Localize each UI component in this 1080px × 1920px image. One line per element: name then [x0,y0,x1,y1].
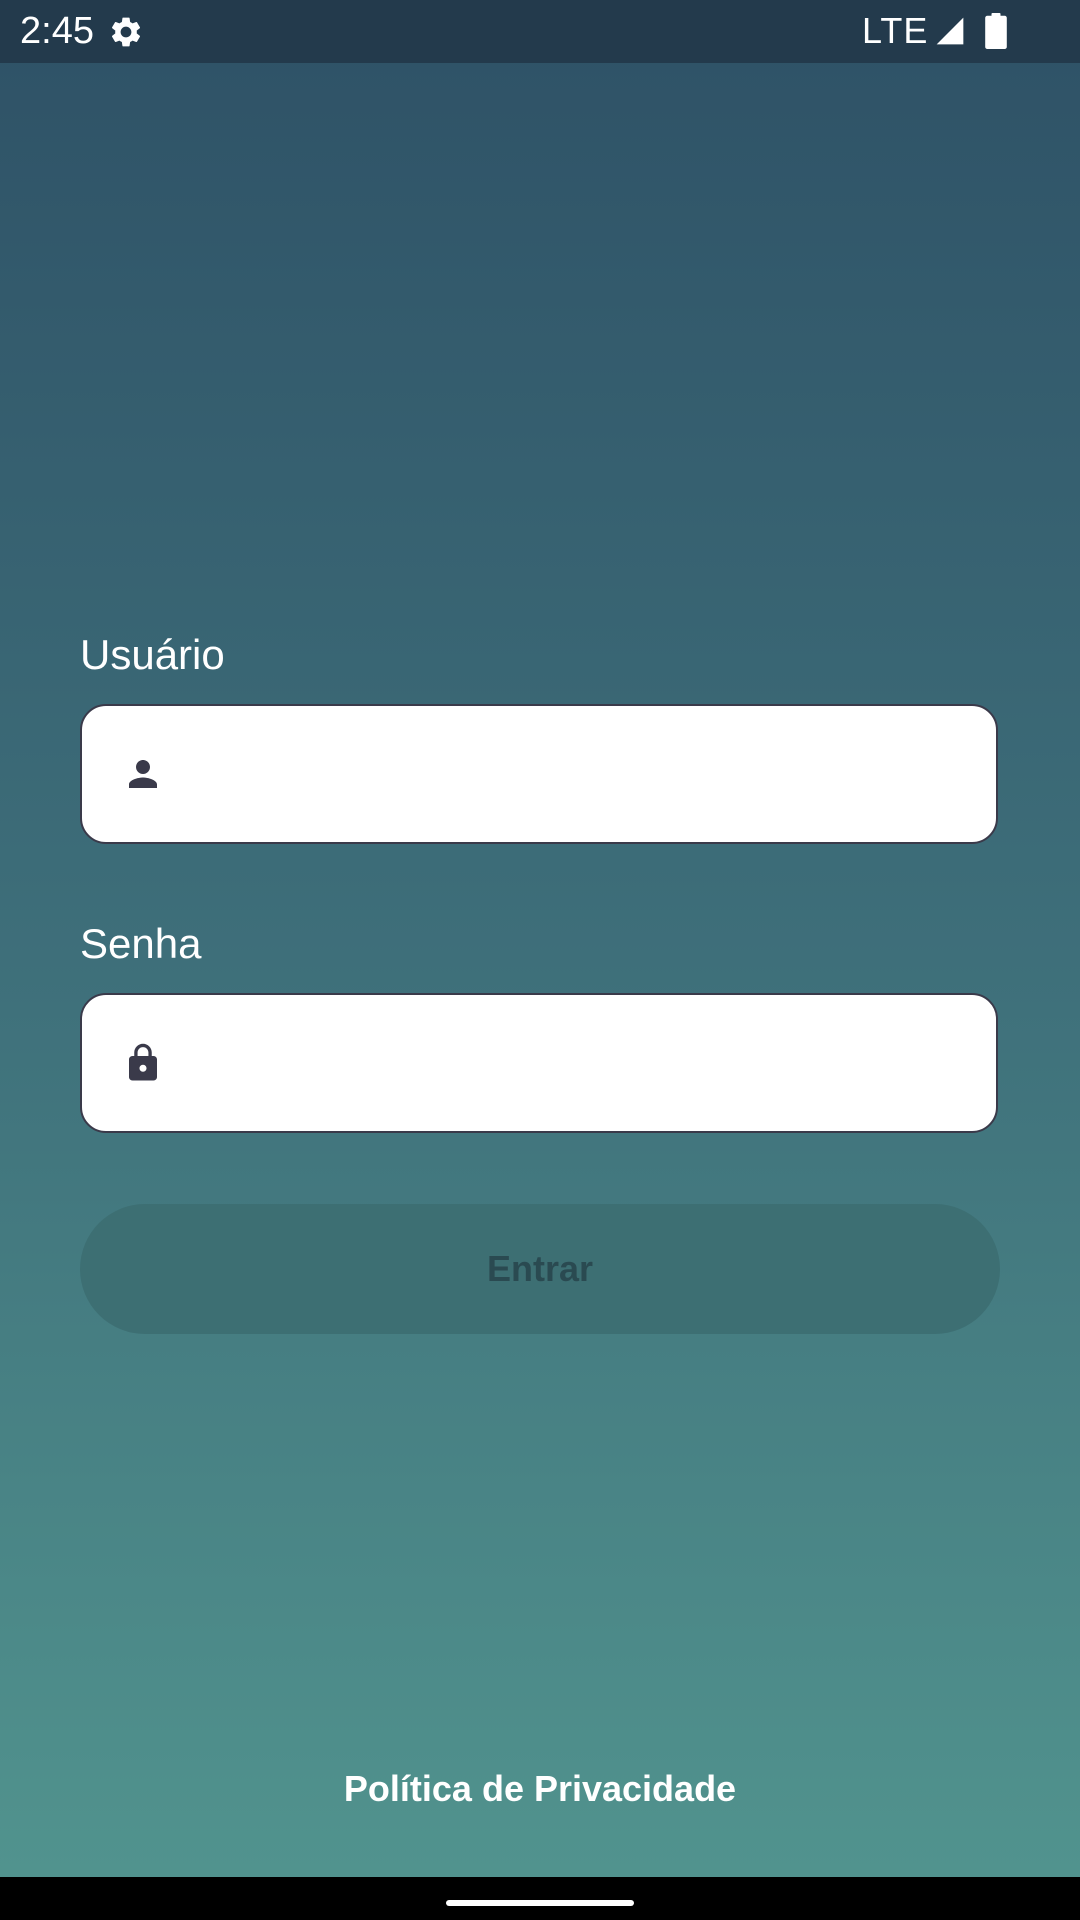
username-input[interactable] [192,706,976,844]
signal-icon [936,17,964,45]
person-icon [129,760,157,788]
password-input[interactable] [192,995,976,1133]
navigation-bar [0,1877,1080,1920]
lock-icon [129,1043,157,1081]
password-field[interactable] [80,993,998,1133]
status-bar: 2:45 LTE [0,0,1080,63]
home-handle[interactable] [446,1900,634,1906]
status-time: 2:45 [20,10,94,52]
gear-icon [111,17,141,47]
login-screen: 2:45 LTE Usuário Senha Entrar Política d… [0,0,1080,1920]
network-type: LTE [862,10,929,51]
password-label: Senha [80,920,202,967]
login-button[interactable]: Entrar [80,1204,1000,1334]
username-field[interactable] [80,704,998,844]
username-label: Usuário [80,631,225,678]
privacy-policy-link[interactable]: Política de Privacidade [0,1766,1080,1812]
battery-icon [985,13,1007,49]
